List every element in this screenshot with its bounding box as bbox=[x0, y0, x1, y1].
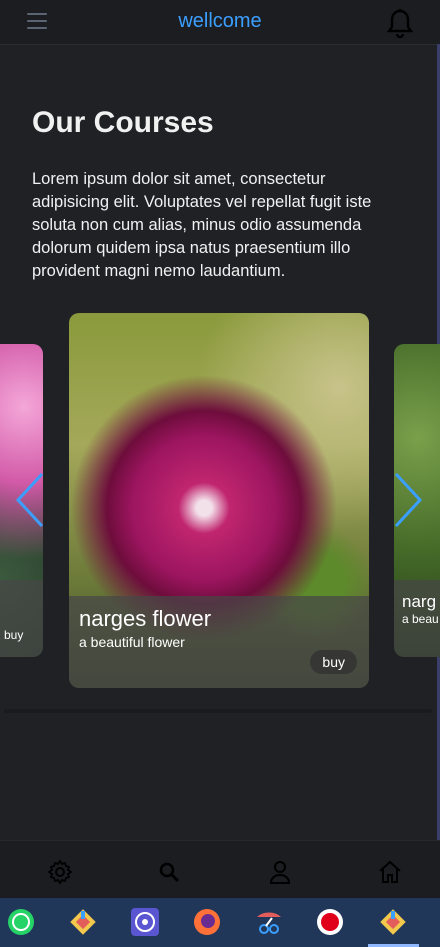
intro-paragraph: Lorem ipsum dolor sit amet, consectetur … bbox=[32, 170, 372, 280]
bell-icon[interactable] bbox=[386, 8, 414, 40]
diamond-app-icon[interactable] bbox=[378, 907, 408, 937]
diamond-app-icon[interactable] bbox=[68, 907, 98, 937]
whatsapp-icon[interactable] bbox=[6, 907, 36, 937]
card-caption: narges flower a beautiful flower buy bbox=[69, 596, 369, 688]
snipping-icon[interactable] bbox=[254, 907, 284, 937]
buy-button[interactable]: buy bbox=[310, 650, 357, 674]
firefox-icon[interactable] bbox=[192, 907, 222, 937]
card-caption: buy bbox=[0, 580, 43, 657]
page-title: Our Courses bbox=[32, 106, 214, 139]
card-title: narges flower bbox=[79, 606, 212, 631]
card-subtitle: a beautiful flower bbox=[79, 634, 185, 650]
settings-icon[interactable] bbox=[46, 858, 74, 886]
card-caption: narg a beau bbox=[394, 580, 440, 657]
bottom-navigation bbox=[0, 840, 440, 899]
app-icon[interactable] bbox=[130, 907, 160, 937]
course-card-active[interactable]: narges flower a beautiful flower buy bbox=[69, 313, 369, 688]
os-taskbar bbox=[0, 898, 440, 947]
user-icon[interactable] bbox=[266, 858, 294, 886]
buy-button[interactable]: buy bbox=[0, 625, 29, 645]
search-icon[interactable] bbox=[155, 858, 183, 886]
card-title: narg bbox=[402, 592, 437, 611]
app-title: wellcome bbox=[178, 10, 262, 32]
top-bar: wellcome bbox=[0, 0, 440, 45]
section-divider bbox=[4, 709, 432, 713]
record-icon[interactable] bbox=[315, 907, 345, 937]
chevron-left-icon[interactable] bbox=[14, 470, 44, 530]
home-icon[interactable] bbox=[376, 858, 404, 886]
chevron-right-icon[interactable] bbox=[394, 470, 424, 530]
card-subtitle: a beau bbox=[402, 612, 439, 626]
